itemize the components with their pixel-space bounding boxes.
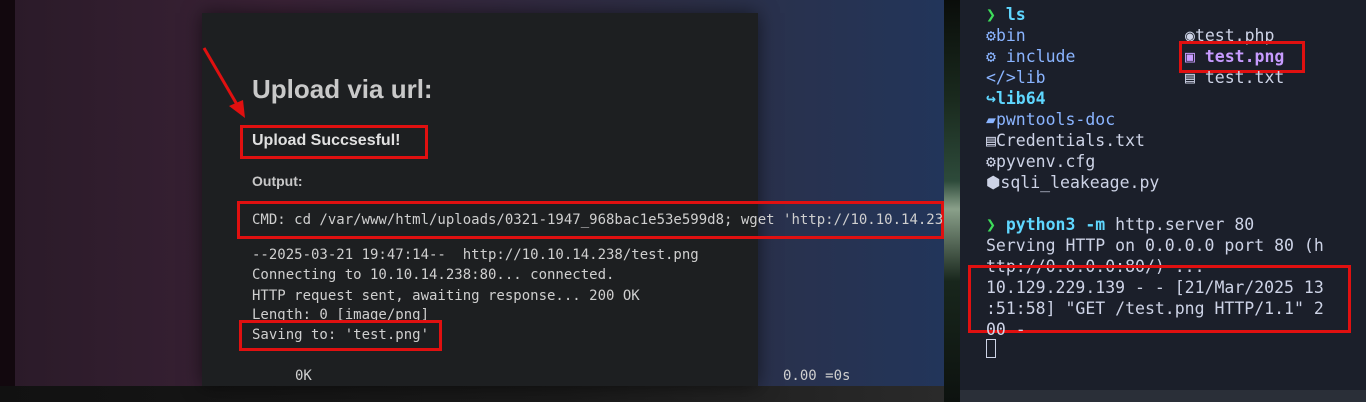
folder-gear-icon: ⚙ — [986, 26, 996, 45]
terminal-output-line: 10.129.229.139 - - [21/Mar/2025 13 — [986, 278, 1324, 297]
code-icon: </> — [986, 68, 1016, 87]
ls-entry-dir: ⚙bin — [986, 25, 1026, 46]
wget-line: Connecting to 10.10.14.238:80... connect… — [252, 267, 615, 283]
ls-entry-dir: </>lib — [986, 67, 1046, 88]
ls-entry-name: test.txt — [1204, 68, 1285, 87]
ls-entry-name: lib — [1015, 68, 1046, 87]
image-file-icon: ▣ — [1185, 47, 1195, 66]
file-icon: ▤ — [986, 131, 996, 150]
terminal-output-line: Serving HTTP on 0.0.0.0 port 80 (h — [986, 236, 1324, 255]
ls-entry-name: pwntools-doc — [995, 110, 1116, 129]
ls-entry-name: pyvenv.cfg — [995, 152, 1096, 171]
ls-entry-name: bin — [995, 26, 1026, 45]
symlink-folder-icon: ↪ — [986, 89, 996, 108]
python-icon: ⬢ — [986, 173, 1001, 192]
output-label: Output: — [252, 173, 303, 189]
progress-left: 0K — [295, 368, 312, 384]
prompt-symbol: ❯ — [986, 5, 996, 24]
ls-entry-file: ▤Credentials.txt — [986, 130, 1145, 151]
command-flag: -m — [1085, 215, 1106, 234]
terminal-output-line: 00 - — [986, 320, 1026, 339]
browser-bottom-bar — [0, 386, 944, 402]
ls-entry-name: include — [1005, 47, 1076, 66]
ls-entry-file: ⬢sqli_leakeage.py — [986, 172, 1159, 193]
terminal-output-line: :51:58] "GET /test.png HTTP/1.1" 2 — [986, 299, 1324, 318]
folder-icon: ▰ — [986, 110, 996, 129]
ls-entry-name: lib64 — [995, 89, 1046, 108]
terminal-line-cmd2: ❯ python3 -m http.server 80 — [986, 214, 1254, 235]
command-args: http.server 80 — [1115, 215, 1255, 234]
cmd-line: CMD: cd /var/www/html/uploads/0321-1947_… — [252, 212, 942, 228]
gear-icon: ⚙ — [986, 152, 996, 171]
ls-entry-dir: ▰pwntools-doc — [986, 109, 1115, 130]
wget-line: --2025-03-21 19:47:14-- http://10.10.14.… — [252, 247, 699, 263]
terminal-line-cmd1: ❯ ls — [986, 4, 1026, 25]
wallpaper-strip — [944, 0, 960, 402]
folder-gear-icon: ⚙ — [986, 47, 996, 66]
terminal-cursor — [986, 339, 996, 358]
ls-entry-file: ⚙pyvenv.cfg — [986, 151, 1095, 172]
ls-entry-link: ↪lib64 — [986, 88, 1046, 109]
terminal-bottom-edge — [960, 390, 1366, 402]
page-title: Upload via url: — [252, 74, 433, 104]
ls-entry-file: ▤ test.txt — [1185, 67, 1284, 88]
ls-entry-dir: ⚙ include — [986, 46, 1075, 67]
ls-entry-file: ▣ test.png — [1185, 46, 1284, 67]
command-binary: python3 — [1005, 215, 1076, 234]
upload-status: Upload Succsesful! — [252, 132, 401, 149]
window-edge — [0, 0, 15, 386]
ls-entry-name: sqli_leakeage.py — [1000, 173, 1160, 192]
file-icon: ▤ — [1185, 68, 1195, 87]
ls-entry-name: Credentials.txt — [995, 131, 1145, 150]
saving-line: Saving to: 'test.png' — [252, 327, 430, 343]
ls-entry-name: test.png — [1204, 47, 1285, 66]
cmd-line-container: CMD: cd /var/www/html/uploads/0321-1947_… — [252, 212, 942, 232]
progress-right: 0.00 =0s — [783, 368, 851, 384]
wget-line: HTTP request sent, awaiting response... … — [252, 288, 640, 304]
annotation-arrow — [202, 47, 245, 118]
command-ls: ls — [1005, 5, 1026, 24]
prompt-symbol: ❯ — [986, 215, 996, 234]
